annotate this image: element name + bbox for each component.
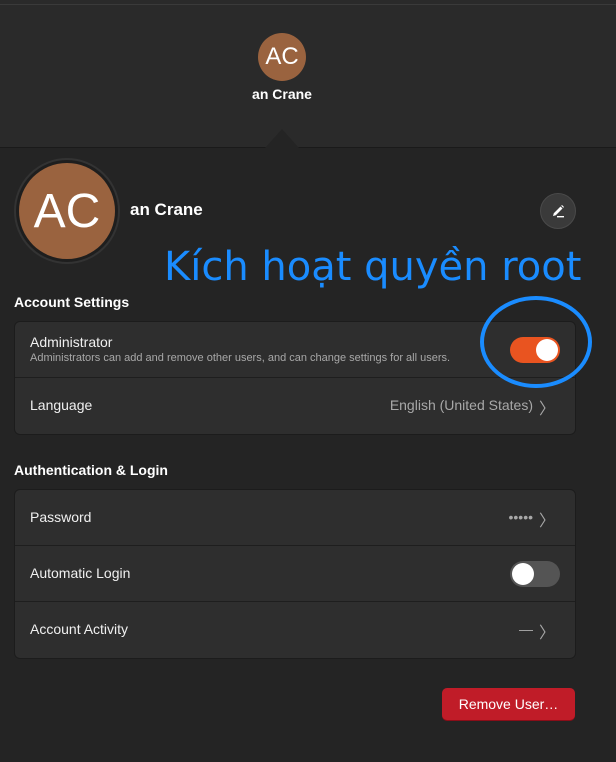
account-activity-row[interactable]: Account Activity — 〉 — [15, 602, 575, 658]
user-name: an Crane — [130, 200, 203, 219]
authentication-login-card: Password ••••• 〉 Automatic Login Account… — [14, 489, 576, 659]
language-label: Language — [30, 397, 93, 413]
annotation-text: Kích hoạt quyền root — [164, 244, 582, 290]
account-settings-title: Account Settings — [14, 294, 130, 310]
administrator-label: Administrator — [30, 334, 113, 350]
user-switcher-bar: AC an Crane — [0, 0, 616, 148]
automatic-login-toggle[interactable] — [510, 561, 560, 587]
remove-user-button[interactable]: Remove User… — [442, 688, 575, 720]
account-activity-value: — — [519, 621, 533, 637]
administrator-description: Administrators can add and remove other … — [30, 352, 451, 364]
divider — [0, 4, 616, 5]
toggle-knob — [512, 563, 534, 585]
pencil-icon — [553, 205, 564, 218]
selected-user-pointer — [265, 129, 299, 148]
chevron-right-icon: 〉 — [538, 401, 555, 418]
user-name-small: an Crane — [252, 86, 312, 102]
password-label: Password — [30, 509, 92, 525]
language-value: English (United States) — [389, 397, 533, 413]
account-activity-label: Account Activity — [30, 621, 129, 637]
chevron-right-icon: 〉 — [538, 625, 555, 642]
language-row[interactable]: Language English (United States) 〉 — [15, 378, 575, 434]
automatic-login-row[interactable]: Automatic Login — [15, 546, 575, 602]
password-row[interactable]: Password ••••• 〉 — [15, 490, 575, 546]
annotation-circle — [480, 296, 592, 388]
user-avatar-small[interactable]: AC — [258, 33, 306, 81]
password-value: ••••• — [508, 509, 533, 525]
authentication-login-title: Authentication & Login — [14, 462, 168, 478]
chevron-right-icon: 〉 — [538, 513, 555, 530]
edit-name-button[interactable] — [540, 193, 576, 229]
automatic-login-label: Automatic Login — [30, 565, 131, 581]
user-avatar[interactable]: AC — [19, 163, 115, 259]
